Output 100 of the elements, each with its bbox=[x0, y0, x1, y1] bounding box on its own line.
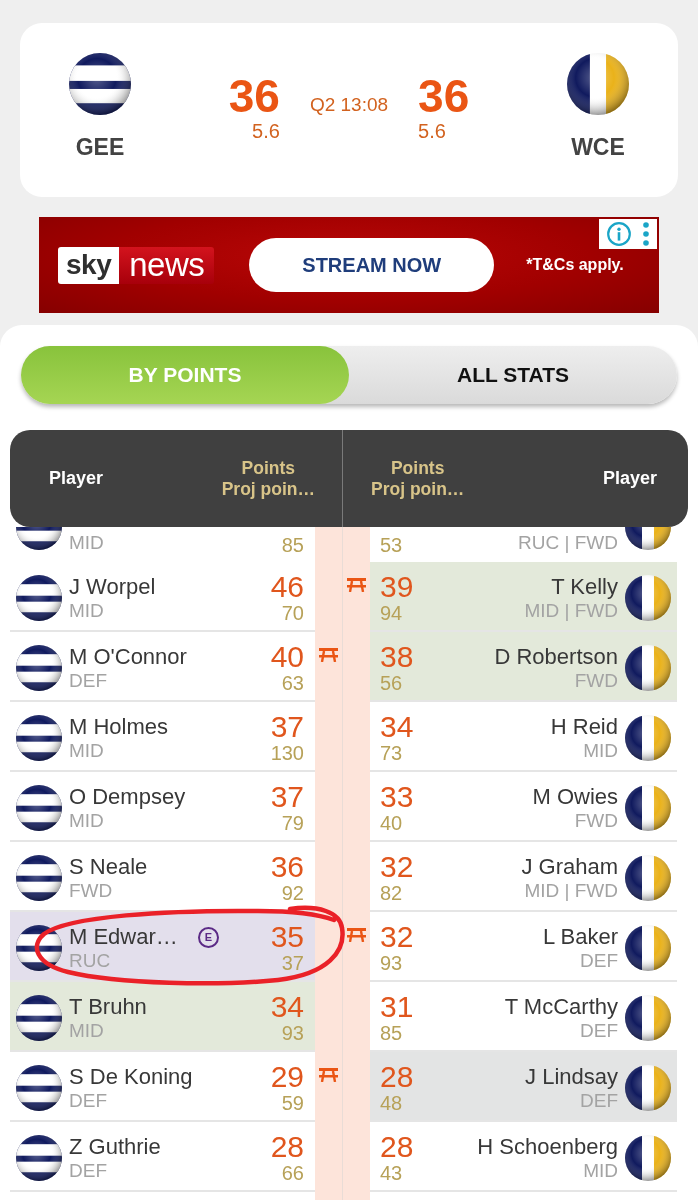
player-position: RUC | FWD bbox=[518, 532, 618, 554]
player-points: 36 bbox=[270, 852, 304, 882]
player-name: T Bruhn bbox=[69, 994, 147, 1020]
goals-behinds: 5.6 bbox=[418, 121, 446, 141]
team-name: GEE bbox=[75, 133, 125, 161]
player-position: MID bbox=[69, 810, 104, 832]
horizontal-stripes-icon bbox=[16, 1135, 62, 1181]
player-points: 32 bbox=[380, 922, 414, 952]
player-cell[interactable]: 39 94 T Kelly MID | FWD bbox=[370, 562, 677, 632]
vertical-stripes-icon bbox=[625, 575, 671, 621]
player-cell[interactable]: 28 48 J Lindsay DEF bbox=[370, 1052, 677, 1122]
player-points: 37 bbox=[270, 712, 304, 742]
column-header[interactable]: Player bbox=[602, 468, 657, 489]
player-position: DEF bbox=[69, 1090, 107, 1112]
player-position: MID bbox=[583, 1160, 618, 1182]
horizontal-stripes-icon bbox=[16, 1065, 62, 1111]
player-name: J Lindsay bbox=[525, 1064, 618, 1090]
player-points: 38 bbox=[380, 642, 414, 672]
projected-points: 59 bbox=[281, 1092, 304, 1114]
team-score: 36 bbox=[228, 73, 280, 119]
stream-now-button[interactable]: STREAM NOW bbox=[249, 238, 495, 292]
player-cell[interactable]: M Edwar… E RUC 35 37 bbox=[10, 912, 315, 982]
vertical-stripes-icon bbox=[625, 527, 671, 550]
player-points: 34 bbox=[270, 992, 304, 1022]
player-points: 40 bbox=[270, 642, 304, 672]
vertical-stripes-icon bbox=[625, 855, 671, 901]
player-position: FWD bbox=[69, 880, 113, 902]
player-position: FWD bbox=[574, 670, 618, 692]
projected-points: 93 bbox=[380, 952, 403, 974]
horizontal-stripes-icon bbox=[16, 855, 62, 901]
player-position: DEF bbox=[580, 1020, 618, 1042]
projected-points: 66 bbox=[281, 1162, 304, 1184]
tab[interactable]: ALL STATS bbox=[349, 346, 677, 404]
game-clock: Q2 13:08 bbox=[309, 94, 389, 116]
player-cell[interactable]: T Bruhn MID 34 93 bbox=[10, 982, 315, 1052]
player-name: M Holmes bbox=[69, 714, 168, 740]
horizontal-stripes-icon bbox=[16, 715, 62, 761]
player-name: J Worpel bbox=[69, 574, 156, 600]
player-position: DEF bbox=[580, 1090, 618, 1112]
player-points: 32 bbox=[380, 852, 414, 882]
disclaimer-text: *T&Cs apply. bbox=[526, 256, 624, 274]
player-position: MID bbox=[583, 740, 618, 762]
player-name: H Schoenberg bbox=[477, 1134, 618, 1160]
logo-text: news bbox=[119, 246, 215, 284]
player-position: MID bbox=[69, 600, 104, 622]
projected-points: 70 bbox=[281, 602, 304, 624]
ad-banner[interactable]: sky news STREAM NOW *T&Cs apply. bbox=[39, 217, 659, 313]
player-position: DEF bbox=[69, 670, 107, 692]
player-position: MID | FWD bbox=[524, 880, 618, 902]
vertical-stripes-icon bbox=[625, 785, 671, 831]
player-name: D Robertson bbox=[494, 644, 618, 670]
player-name: L Baker bbox=[543, 924, 618, 950]
vertical-stripes-icon bbox=[625, 645, 671, 691]
player-position: DEF bbox=[69, 1160, 107, 1182]
info-icon[interactable] bbox=[607, 222, 631, 246]
column-header[interactable]: Proj poin… bbox=[221, 478, 315, 500]
player-points: 28 bbox=[380, 1062, 414, 1092]
column-header[interactable]: Points bbox=[241, 457, 296, 479]
player-name: M Owies bbox=[532, 784, 618, 810]
goals-behinds: 5.6 bbox=[252, 121, 280, 141]
player-points: 37 bbox=[270, 782, 304, 812]
projected-points: 94 bbox=[380, 602, 403, 624]
column-header[interactable]: Player bbox=[49, 468, 104, 489]
player-name: M Edwar… bbox=[69, 924, 178, 950]
player-name: S Neale bbox=[69, 854, 148, 880]
player-points: 39 bbox=[380, 572, 414, 602]
more-icon[interactable] bbox=[643, 222, 649, 246]
horizontal-stripes-icon bbox=[16, 645, 62, 691]
horizontal-stripes-icon bbox=[16, 527, 62, 550]
player-points: 33 bbox=[380, 782, 414, 812]
projected-points: 130 bbox=[270, 742, 304, 764]
horizontal-stripes-icon bbox=[16, 995, 62, 1041]
player-points: 31 bbox=[380, 992, 414, 1022]
logo-text: sky bbox=[58, 246, 120, 284]
circled-letter-badge: E bbox=[197, 926, 219, 948]
player-position: RUC bbox=[69, 950, 111, 972]
projected-points: 40 bbox=[380, 812, 403, 834]
projected-points: 79 bbox=[281, 812, 304, 834]
projected-points: 85 bbox=[380, 1022, 403, 1044]
player-name: M O'Connor bbox=[69, 644, 187, 670]
player-name: Z Guthrie bbox=[69, 1134, 161, 1160]
horizontal-stripes-icon bbox=[16, 785, 62, 831]
player-position: DEF bbox=[580, 950, 618, 972]
projected-points: 85 bbox=[281, 534, 304, 556]
projected-points: 43 bbox=[380, 1162, 403, 1184]
projected-points: 82 bbox=[380, 882, 403, 904]
player-points: 35 bbox=[270, 922, 304, 952]
column-header[interactable]: Points bbox=[390, 457, 445, 479]
player-points: 28 bbox=[380, 1132, 414, 1162]
player-position: MID bbox=[69, 532, 104, 554]
column-header[interactable]: Proj poin… bbox=[371, 478, 465, 500]
projected-points: 92 bbox=[281, 882, 304, 904]
player-name: T Kelly bbox=[551, 574, 618, 600]
player-cell[interactable]: J Worpel MID 46 70 bbox=[10, 562, 315, 632]
player-name: O Dempsey bbox=[69, 784, 186, 810]
player-cell[interactable]: 38 56 D Robertson FWD bbox=[370, 632, 677, 702]
vertical-stripes-icon bbox=[625, 995, 671, 1041]
player-position: MID bbox=[69, 1020, 104, 1042]
team-name: WCE bbox=[571, 133, 625, 161]
player-points: 34 bbox=[380, 712, 414, 742]
